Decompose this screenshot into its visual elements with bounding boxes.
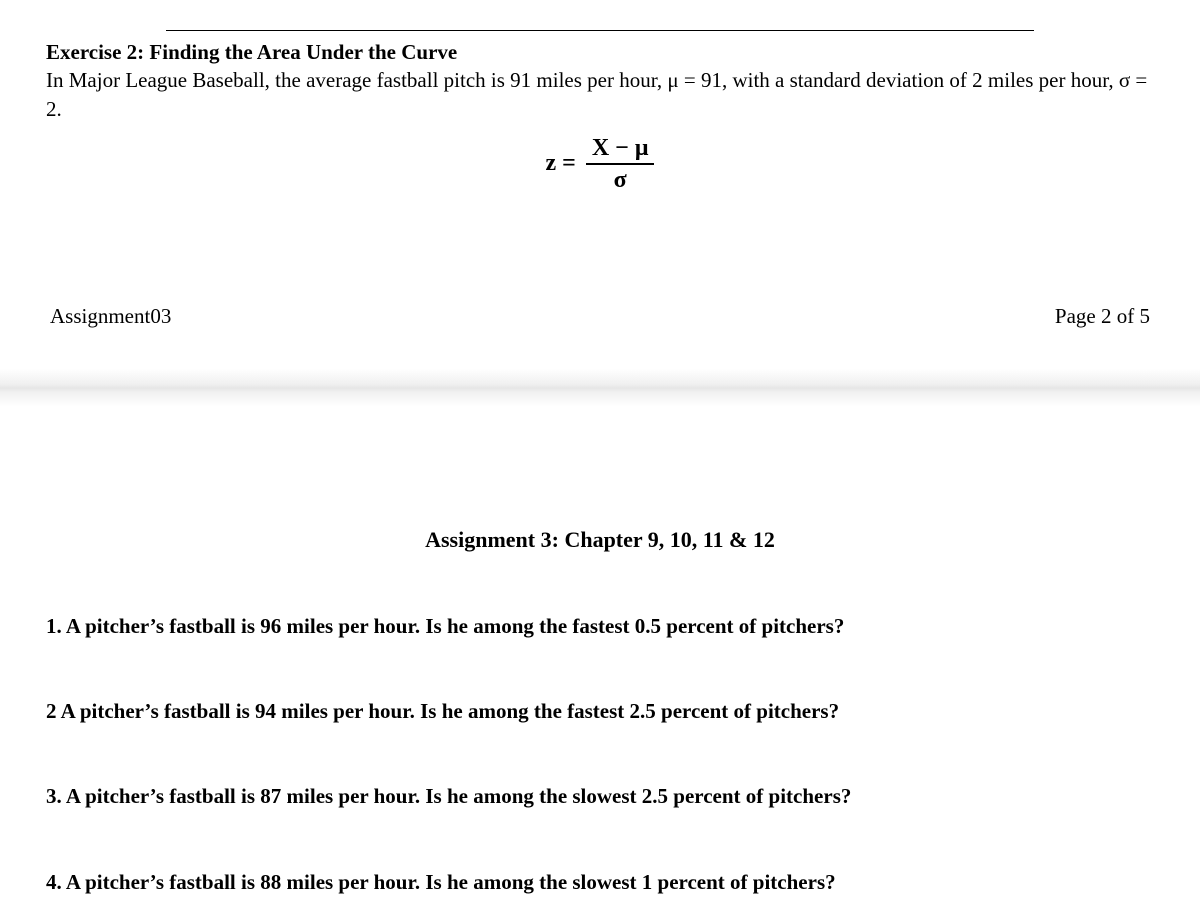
footer-left: Assignment03 bbox=[50, 304, 171, 329]
formula-denominator: σ bbox=[586, 165, 655, 193]
footer-right: Page 2 of 5 bbox=[1055, 304, 1150, 329]
page-bottom-section: Assignment 3: Chapter 9, 10, 11 & 12 1. … bbox=[0, 407, 1200, 896]
page-break bbox=[0, 369, 1200, 407]
formula-fraction: X − μ σ bbox=[586, 135, 655, 194]
question-4: 4. A pitcher’s fastball is 88 miles per … bbox=[46, 869, 1154, 896]
formula-numerator: X − μ bbox=[586, 135, 655, 165]
page-footer: Assignment03 Page 2 of 5 bbox=[46, 304, 1154, 329]
question-3: 3. A pitcher’s fastball is 87 miles per … bbox=[46, 783, 1154, 810]
top-rule bbox=[166, 30, 1034, 31]
z-score-formula: z = X − μ σ bbox=[46, 135, 1154, 194]
exercise-body: In Major League Baseball, the average fa… bbox=[46, 68, 1147, 120]
page-top-section: Exercise 2: Finding the Area Under the C… bbox=[0, 0, 1200, 329]
question-1: 1. A pitcher’s fastball is 96 miles per … bbox=[46, 613, 1154, 640]
exercise-block: Exercise 2: Finding the Area Under the C… bbox=[46, 39, 1154, 123]
question-2: 2 A pitcher’s fastball is 94 miles per h… bbox=[46, 698, 1154, 725]
assignment-header: Assignment 3: Chapter 9, 10, 11 & 12 bbox=[46, 527, 1154, 553]
formula-lhs: z = bbox=[546, 150, 576, 179]
exercise-title: Exercise 2: Finding the Area Under the C… bbox=[46, 40, 457, 64]
